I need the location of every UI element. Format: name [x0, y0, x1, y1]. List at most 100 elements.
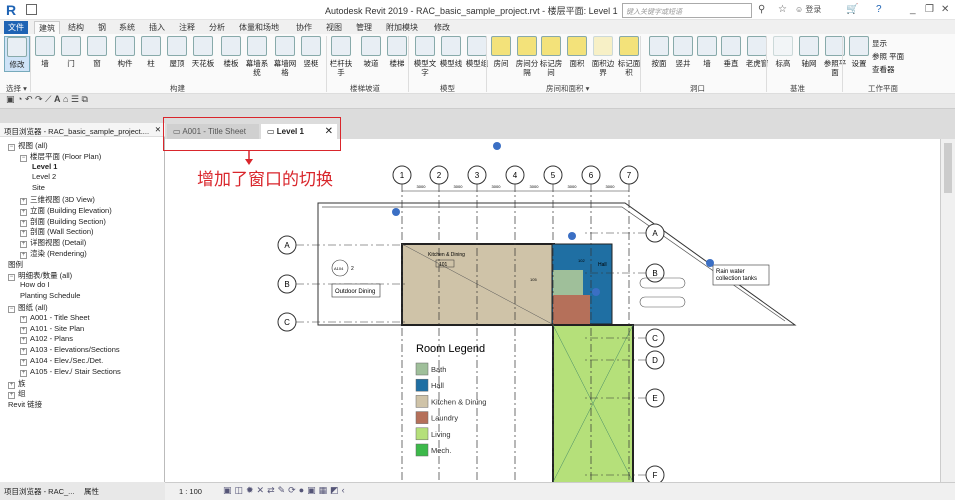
menu-tab[interactable]: 插入 — [145, 21, 169, 34]
ribbon-button[interactable]: 墙 — [32, 36, 58, 68]
ribbon-button[interactable]: 参照平面 — [822, 36, 848, 77]
tree-item[interactable]: + 渲染 (Rendering) — [20, 248, 87, 259]
expand-icon[interactable]: + — [20, 348, 27, 356]
redo-icon[interactable]: ↷ — [35, 94, 43, 104]
close-button[interactable]: ✕ — [941, 4, 949, 15]
view-control-icons[interactable]: ▣◫✹✕⇄✎⟳●▣▦◩‹ — [223, 485, 348, 496]
save-icon[interactable]: ▣ — [6, 94, 15, 104]
ribbon-small-button[interactable]: 参照 平面 — [872, 51, 904, 62]
expand-icon[interactable]: + — [20, 326, 27, 334]
ribbon-button[interactable]: 坡道 — [358, 36, 384, 68]
tree-item[interactable]: + 立面 (Building Elevation) — [20, 205, 112, 216]
expand-icon[interactable]: + — [20, 337, 27, 345]
ribbon-button[interactable]: 幕墙网格 — [272, 36, 298, 77]
search-input[interactable]: 键入关键字或短语 — [622, 3, 752, 18]
tree-item[interactable]: + 组 — [8, 388, 26, 400]
expand-icon[interactable]: + — [20, 359, 27, 366]
ribbon-small-button[interactable]: 显示 — [872, 38, 887, 49]
tab-project-browser[interactable]: 项目浏览器 - RAC_... — [4, 486, 74, 497]
tree-item[interactable]: − 楼层平面 (Floor Plan) — [20, 151, 101, 162]
text-icon[interactable]: A — [54, 94, 61, 104]
menu-tab[interactable]: 文件 — [4, 21, 28, 34]
ribbon-button[interactable]: 竖井 — [670, 36, 696, 68]
tree-item[interactable]: Revit 链接 — [8, 399, 42, 410]
measure-icon[interactable]: ⟋ — [45, 94, 51, 104]
ribbon-button[interactable]: 楼梯 — [384, 36, 410, 68]
open-icon[interactable]: ◔ — [17, 94, 22, 104]
close-icon[interactable]: ✕ — [155, 125, 161, 134]
tree-item[interactable]: + 详图视图 (Detail) — [20, 237, 86, 249]
ribbon-button[interactable]: 标记房间 — [538, 36, 564, 77]
switch-windows-icon[interactable]: ⧉ — [82, 94, 88, 104]
expand-icon[interactable]: + — [20, 315, 27, 323]
menu-tab[interactable]: 视图 — [322, 21, 346, 34]
ribbon-panel-label[interactable]: 选择 ▾ — [6, 83, 27, 94]
ribbon-button[interactable]: 轴网 — [796, 36, 822, 68]
tree-item[interactable]: − 视图 (all) — [8, 140, 48, 151]
ribbon-button[interactable]: 设置 — [846, 36, 872, 68]
menu-tab[interactable]: 附加模块 — [382, 21, 422, 34]
ribbon-button[interactable]: 模型线 — [438, 36, 464, 68]
ribbon-button[interactable]: 房间分隔 — [514, 36, 540, 77]
ribbon-button[interactable]: 栏杆扶手 — [328, 36, 354, 77]
ribbon-button[interactable]: 柱 — [138, 36, 164, 68]
minimize-button[interactable]: _ — [910, 4, 916, 15]
tree-item[interactable]: + A103 - Elevations/Sections — [20, 345, 120, 356]
tree-item[interactable]: + A105 - Elev./ Stair Sections — [20, 367, 121, 377]
menu-tab[interactable]: 体量和场地 — [235, 21, 283, 34]
menu-tab[interactable]: 钢 — [94, 21, 110, 34]
ribbon-button[interactable]: 垂直 — [718, 36, 744, 68]
ribbon-button[interactable]: 天花板 — [190, 36, 216, 68]
tree-item[interactable]: + A101 - Site Plan — [20, 324, 84, 334]
collapse-icon[interactable]: − — [8, 273, 15, 281]
ribbon-button[interactable]: 墙 — [694, 36, 720, 68]
ribbon-button[interactable]: 竖梃 — [298, 36, 324, 68]
binoculars-icon[interactable]: ⚲ — [758, 4, 765, 15]
login-button[interactable]: ☺ 登录 — [795, 4, 821, 15]
ribbon-button[interactable]: 楼板 — [218, 36, 244, 68]
app-menu-icon[interactable] — [26, 4, 37, 15]
drawing-canvas[interactable]: 1 3000 2 3000 3 3000 4 3000 5 3000 6 3000 7 A B C A B C D E F… — [165, 139, 940, 486]
expand-icon[interactable]: + — [20, 369, 27, 377]
tree-item[interactable]: + 剖面 (Building Section) — [20, 216, 106, 227]
tree-item[interactable]: Level 2 — [32, 172, 56, 181]
collapse-icon[interactable]: − — [20, 154, 27, 162]
collapse-icon[interactable]: − — [8, 144, 15, 151]
ribbon-panel-label[interactable]: 房间和面积 ▾ — [546, 83, 589, 94]
ribbon-button[interactable]: 屋顶 — [164, 36, 190, 68]
tree-item[interactable]: − 明细表/数量 (all) — [8, 270, 72, 281]
menu-tab[interactable]: 分析 — [205, 21, 229, 34]
ribbon-button[interactable]: 修改 — [4, 36, 30, 72]
ribbon-button[interactable]: 面积 — [564, 36, 590, 68]
ribbon-button[interactable]: 面积边界 — [590, 36, 616, 77]
star-icon[interactable]: ☆ — [778, 4, 787, 15]
tab-properties[interactable]: 属性 — [84, 486, 99, 497]
tree-item[interactable]: + 三维视图 (3D View) — [20, 194, 95, 205]
help-icon[interactable]: ? — [876, 4, 882, 15]
menu-tab[interactable]: 建筑 — [34, 21, 60, 34]
tree-item[interactable]: Level 1 — [32, 162, 57, 171]
tree-item[interactable]: + A001 - Title Sheet — [20, 313, 90, 323]
tree-item[interactable]: Site — [32, 183, 45, 192]
tree-item[interactable]: + A104 - Elev./Sec./Det. — [20, 356, 103, 366]
menu-tab[interactable]: 注释 — [175, 21, 199, 34]
thin-lines-icon[interactable]: ☰ — [71, 94, 79, 104]
ribbon-small-button[interactable]: 查看器 — [872, 64, 895, 75]
tree-item[interactable]: + A102 - Plans — [20, 334, 73, 345]
collapse-icon[interactable]: − — [8, 306, 15, 313]
ribbon-button[interactable]: 模型文字 — [412, 36, 438, 77]
ribbon-button[interactable]: 房间 — [488, 36, 514, 68]
menu-tab[interactable]: 修改 — [430, 21, 454, 34]
ribbon-button[interactable]: 标高 — [770, 36, 796, 68]
tree-item[interactable]: − 图纸 (all) — [8, 302, 48, 313]
ribbon-button[interactable]: 幕墙系统 — [244, 36, 270, 77]
ribbon-button[interactable]: 门 — [58, 36, 84, 68]
menu-tab[interactable]: 协作 — [292, 21, 316, 34]
tree-item[interactable]: + 族 — [8, 378, 26, 389]
tree-item[interactable]: How do I — [20, 280, 50, 289]
vertical-scrollbar[interactable] — [940, 139, 955, 482]
ribbon-button[interactable]: 按面 — [646, 36, 672, 68]
tree-item[interactable]: 图例 — [8, 259, 23, 270]
scale-selector[interactable]: 1 : 100 — [179, 487, 202, 496]
tree-item[interactable]: + 剖面 (Wall Section) — [20, 226, 93, 238]
